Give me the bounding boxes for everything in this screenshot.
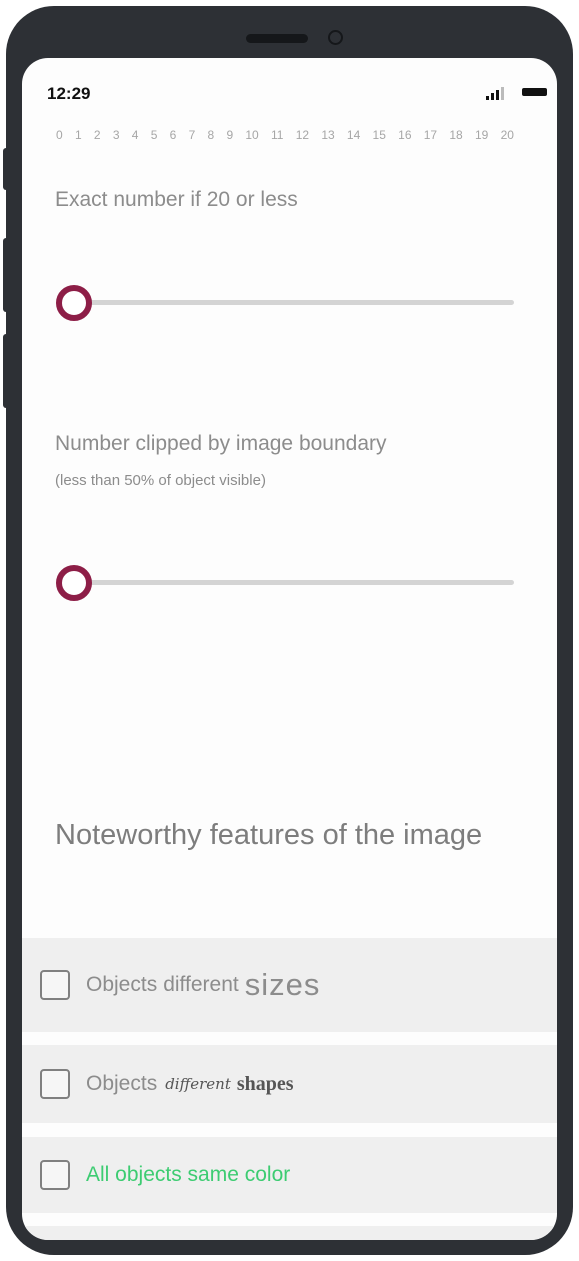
feature-option-partial[interactable] — [22, 1226, 557, 1240]
tick-label: 15 — [372, 128, 386, 142]
tick-label: 8 — [207, 128, 215, 142]
slider-track[interactable] — [66, 580, 514, 585]
phone-frame: 12:29 0 1 2 3 4 5 6 7 8 9 10 11 12 13 14… — [3, 6, 573, 1255]
option-text: different — [163, 973, 239, 996]
tick-label: 5 — [150, 128, 158, 142]
tick-label: 3 — [112, 128, 120, 142]
scale-ticks: 0 1 2 3 4 5 6 7 8 9 10 11 12 13 14 15 16… — [56, 128, 514, 142]
exact-number-label: Exact number if 20 or less — [55, 188, 298, 211]
clipped-number-slider[interactable] — [56, 563, 514, 603]
tick-label: 9 — [226, 128, 234, 142]
tick-label: 2 — [93, 128, 101, 142]
speaker-grille — [246, 34, 308, 43]
status-time: 12:29 — [47, 84, 91, 103]
battery-icon — [522, 88, 547, 96]
feature-option-same-color[interactable]: All objects same color — [22, 1137, 557, 1213]
tick-label: 12 — [295, 128, 310, 142]
tick-label: 10 — [245, 128, 259, 142]
tick-label: 18 — [449, 128, 463, 142]
features-title: Noteworthy features of the image — [55, 819, 483, 851]
tick-label: 14 — [346, 128, 361, 142]
slider-track[interactable] — [66, 300, 514, 305]
clipped-number-label: Number clipped by image boundary — [55, 432, 387, 455]
option-text: Objects — [86, 973, 158, 996]
feature-option-sizes[interactable]: Objects different sizes — [22, 938, 557, 1032]
feature-option-shapes[interactable]: Objects different shapes — [22, 1045, 557, 1123]
checkbox[interactable] — [40, 1069, 70, 1099]
tick-label: 17 — [423, 128, 438, 142]
side-button-volume-down — [3, 334, 9, 408]
camera-icon — [328, 30, 343, 45]
side-button-mute — [3, 148, 9, 190]
option-text: All objects same color — [86, 1163, 291, 1186]
tick-label: 20 — [500, 128, 514, 142]
slider-thumb[interactable] — [56, 565, 92, 601]
tick-label: 13 — [321, 128, 335, 142]
tick-label: 11 — [270, 128, 284, 142]
signal-icon — [486, 86, 504, 100]
tick-label: 7 — [188, 128, 196, 142]
slider-thumb[interactable] — [56, 285, 92, 321]
checkbox[interactable] — [40, 970, 70, 1000]
option-text: Objects — [86, 1072, 158, 1095]
tick-label: 4 — [131, 128, 139, 142]
tick-label: 0 — [56, 128, 63, 142]
tick-label: 16 — [398, 128, 412, 142]
tick-label: 6 — [169, 128, 177, 142]
option-text: different — [165, 1075, 231, 1093]
option-text: sizes — [244, 967, 321, 1002]
tick-label: 19 — [474, 128, 489, 142]
screen: 12:29 0 1 2 3 4 5 6 7 8 9 10 11 12 13 14… — [22, 58, 557, 1240]
checkbox[interactable] — [40, 1160, 70, 1190]
clipped-number-sublabel: (less than 50% of object visible) — [55, 472, 266, 489]
option-text: shapes — [236, 1072, 294, 1095]
exact-number-slider[interactable] — [56, 283, 514, 323]
tick-label: 1 — [74, 128, 82, 142]
side-button-volume-up — [3, 238, 9, 312]
